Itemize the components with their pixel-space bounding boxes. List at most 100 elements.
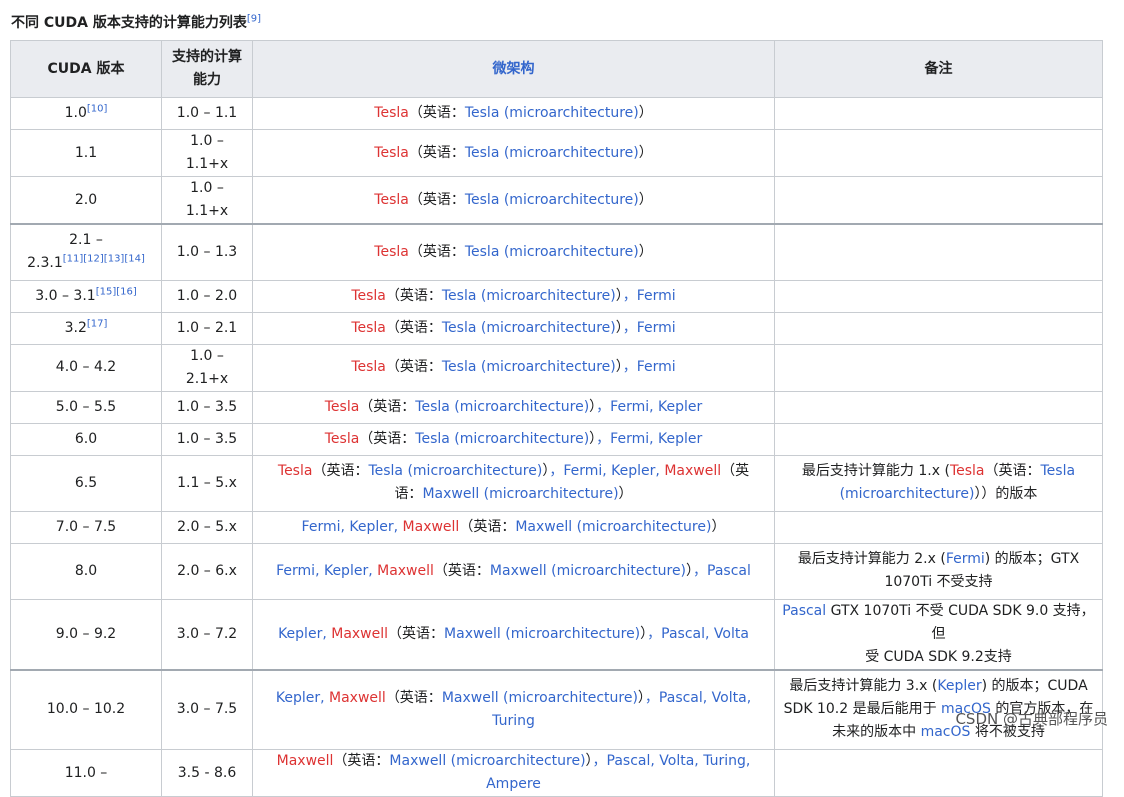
arch-cell: Tesla（英语：Tesla (microarchitecture)），Ferm… — [252, 390, 775, 424]
arch-extra-links[interactable]: ，Fermi — [623, 320, 676, 336]
notes-cell — [774, 223, 1103, 281]
table-row: 6.5 1.1 – 5.x Tesla（英语：Tesla (microarchi… — [10, 454, 1103, 512]
arch-extra-links[interactable]: ，Fermi, Kepler — [596, 431, 702, 447]
tesla-micro-link[interactable]: Tesla (microarchitecture) — [415, 399, 589, 415]
table-row: 11.0 – 3.5 - 8.6 Maxwell（英语：Maxwell (mic… — [10, 749, 1103, 797]
capability-cell: 1.0 – 1.1+x — [161, 176, 253, 225]
ref-link[interactable]: [10] — [87, 103, 108, 114]
arch-cell: Kepler, Maxwell（英语：Maxwell (microarchite… — [252, 668, 775, 750]
tesla-link[interactable]: Tesla — [351, 288, 386, 304]
capability-cell: 3.5 - 8.6 — [161, 749, 253, 797]
maxwell-micro-link[interactable]: Maxwell (microarchitecture) — [422, 486, 618, 502]
header-microarchitecture[interactable]: 微架构 — [252, 40, 775, 98]
capability-cell: 1.0 – 1.1 — [161, 97, 253, 130]
arch-prefix-links[interactable]: Kepler, — [278, 626, 331, 642]
tesla-link[interactable]: Tesla — [374, 192, 409, 208]
arch-extra-links[interactable]: ，Pascal — [693, 563, 751, 579]
ref-link[interactable]: [11][12][13][14] — [63, 254, 145, 265]
capability-cell: 2.0 – 5.x — [161, 510, 253, 544]
maxwell-link[interactable]: Maxwell — [664, 463, 721, 479]
tesla-micro-link[interactable]: Tesla (microarchitecture) — [465, 244, 639, 260]
note-kepler-link[interactable]: Kepler — [937, 678, 981, 694]
arch-cell: Maxwell（英语：Maxwell (microarchitecture)），… — [252, 749, 775, 797]
arch-extra-links[interactable]: ，Fermi, Kepler, — [549, 463, 664, 479]
tesla-link[interactable]: Tesla — [374, 244, 409, 260]
maxwell-micro-link[interactable]: Maxwell (microarchitecture) — [442, 690, 638, 706]
capability-cell: 1.1 – 5.x — [161, 454, 253, 512]
tesla-link[interactable]: Tesla — [325, 431, 360, 447]
caption-ref-link[interactable]: [9] — [247, 13, 261, 24]
maxwell-micro-link[interactable]: Maxwell (microarchitecture) — [490, 563, 686, 579]
arch-cell: Tesla（英语：Tesla (microarchitecture)） — [252, 97, 775, 130]
tesla-micro-link[interactable]: Tesla (microarchitecture) — [465, 105, 639, 121]
notes-cell — [774, 749, 1103, 797]
tesla-micro-link[interactable]: Tesla (microarchitecture) — [442, 320, 616, 336]
notes-cell — [774, 510, 1103, 544]
maxwell-micro-link[interactable]: Maxwell (microarchitecture) — [444, 626, 640, 642]
maxwell-link[interactable]: Maxwell — [377, 563, 434, 579]
note-tesla-link[interactable]: Tesla — [950, 463, 985, 479]
version-cell: 3.2[17] — [10, 311, 162, 345]
table-row: 2.0 1.0 – 1.1+x Tesla（英语：Tesla (microarc… — [10, 176, 1103, 225]
tesla-link[interactable]: Tesla — [351, 320, 386, 336]
table-row: 5.0 – 5.5 1.0 – 3.5 Tesla（英语：Tesla (micr… — [10, 390, 1103, 424]
capability-cell: 1.0 – 3.5 — [161, 422, 253, 456]
notes-cell — [774, 422, 1103, 456]
caption-text: 不同 CUDA 版本支持的计算能力列表 — [11, 15, 247, 31]
notes-cell — [774, 97, 1103, 130]
arch-extra-links[interactable]: ，Fermi — [623, 288, 676, 304]
maxwell-link[interactable]: Maxwell — [331, 626, 388, 642]
tesla-micro-link[interactable]: Tesla (microarchitecture) — [465, 145, 639, 161]
notes-cell — [774, 343, 1103, 392]
maxwell-micro-link[interactable]: Maxwell (microarchitecture) — [389, 753, 585, 769]
note-fermi-link[interactable]: Fermi — [946, 551, 985, 567]
capability-cell: 1.0 – 3.5 — [161, 390, 253, 424]
arch-cell: Tesla（英语：Tesla (microarchitecture)），Ferm… — [252, 454, 775, 512]
arch-extra-links[interactable]: ，Fermi, Kepler — [596, 399, 702, 415]
tesla-micro-link[interactable]: Tesla (microarchitecture) — [442, 359, 616, 375]
capability-cell: 1.0 – 1.3 — [161, 223, 253, 281]
tesla-micro-link[interactable]: Tesla (microarchitecture) — [415, 431, 589, 447]
arch-prefix-links[interactable]: Fermi, Kepler, — [302, 519, 403, 535]
ref-link[interactable]: [17] — [87, 318, 108, 329]
header-notes[interactable]: 备注 — [774, 40, 1103, 98]
version-cell: 2.0 — [10, 176, 162, 225]
tesla-link[interactable]: Tesla — [374, 145, 409, 161]
maxwell-link[interactable]: Maxwell — [403, 519, 460, 535]
tesla-micro-link[interactable]: Tesla (microarchitecture) — [368, 463, 542, 479]
capability-cell: 1.0 – 2.1+x — [161, 343, 253, 392]
version-cell: 1.1 — [10, 129, 162, 177]
version-cell: 6.5 — [10, 454, 162, 512]
tesla-link[interactable]: Tesla — [325, 399, 360, 415]
maxwell-micro-link[interactable]: Maxwell (microarchitecture) — [515, 519, 711, 535]
notes-cell: 最后支持计算能力 2.x (Fermi) 的版本；GTX 1070Ti 不受支持 — [774, 542, 1103, 600]
notes-cell — [774, 176, 1103, 225]
version-cell: 5.0 – 5.5 — [10, 390, 162, 424]
header-cuda-version[interactable]: CUDA 版本 — [10, 40, 162, 98]
notes-cell: 最后支持计算能力 1.x (Tesla（英语：Tesla (microarchi… — [774, 454, 1103, 512]
notes-cell — [774, 390, 1103, 424]
arch-prefix-links[interactable]: Fermi, Kepler, — [276, 563, 377, 579]
maxwell-link[interactable]: Maxwell — [277, 753, 334, 769]
tesla-link[interactable]: Tesla — [374, 105, 409, 121]
maxwell-link[interactable]: Maxwell — [329, 690, 386, 706]
note-pascal-link[interactable]: Pascal — [782, 603, 826, 619]
arch-cell: Tesla（英语：Tesla (microarchitecture)），Ferm… — [252, 311, 775, 345]
tesla-micro-link[interactable]: Tesla (microarchitecture) — [465, 192, 639, 208]
ref-link[interactable]: [15][16] — [96, 286, 137, 297]
arch-cell: Fermi, Kepler, Maxwell（英语：Maxwell (micro… — [252, 542, 775, 600]
version-cell: 4.0 – 4.2 — [10, 343, 162, 392]
header-compute-capability[interactable]: 支持的计算能力 — [161, 40, 253, 98]
arch-extra-links[interactable]: ，Fermi — [623, 359, 676, 375]
tesla-link[interactable]: Tesla — [278, 463, 313, 479]
table-row: 1.1 1.0 – 1.1+x Tesla（英语：Tesla (microarc… — [10, 129, 1103, 177]
arch-prefix-links[interactable]: Kepler, — [276, 690, 329, 706]
table-row: 7.0 – 7.5 2.0 – 5.x Fermi, Kepler, Maxwe… — [10, 510, 1103, 544]
tesla-link[interactable]: Tesla — [351, 359, 386, 375]
tesla-micro-link[interactable]: Tesla (microarchitecture) — [442, 288, 616, 304]
table-row: 9.0 – 9.2 3.0 – 7.2 Kepler, Maxwell（英语：M… — [10, 598, 1103, 670]
arch-cell: Tesla（英语：Tesla (microarchitecture)），Ferm… — [252, 343, 775, 392]
arch-cell: Tesla（英语：Tesla (microarchitecture)），Ferm… — [252, 422, 775, 456]
arch-cell: Kepler, Maxwell（英语：Maxwell (microarchite… — [252, 598, 775, 670]
arch-extra-links[interactable]: ，Pascal, Volta — [647, 626, 749, 642]
